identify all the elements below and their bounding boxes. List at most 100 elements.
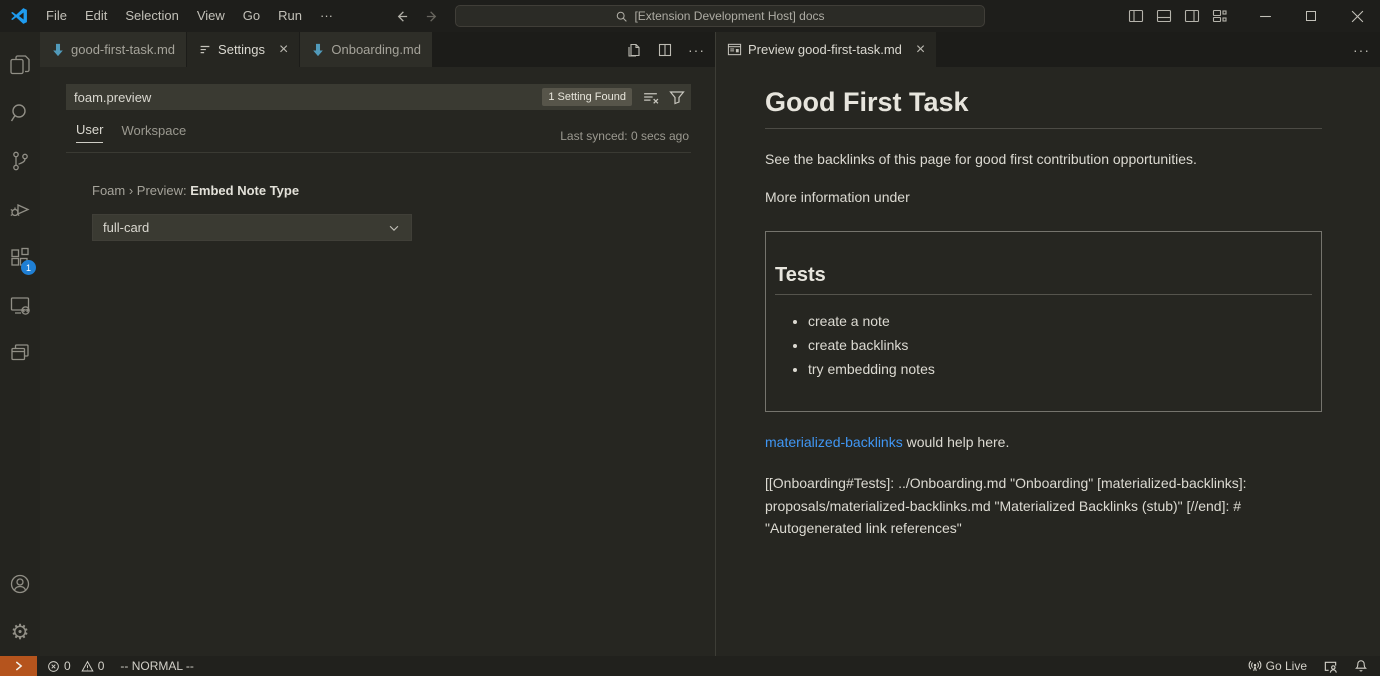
more-actions-icon[interactable]: ··· <box>688 42 705 58</box>
vim-mode-indicator[interactable]: -- NORMAL -- <box>120 659 194 673</box>
accounts-icon[interactable] <box>0 560 40 608</box>
toggle-sidebar-icon[interactable] <box>1128 8 1144 24</box>
live-share-button[interactable] <box>1323 659 1338 674</box>
run-debug-icon[interactable] <box>0 185 40 233</box>
minimize-button[interactable] <box>1242 0 1288 32</box>
search-icon <box>615 10 628 23</box>
nav-forward-icon[interactable] <box>425 9 440 24</box>
command-center[interactable]: [Extension Development Host] docs <box>455 5 985 27</box>
tab-settings[interactable]: Settings × <box>187 32 300 67</box>
manage-gear-icon[interactable]: ⚙ <box>0 608 40 656</box>
list-item: try embedding notes <box>808 361 1312 377</box>
extensions-badge: 1 <box>21 260 36 275</box>
preview-paragraph: See the backlinks of this page for good … <box>765 151 1322 167</box>
remote-indicator[interactable] <box>0 656 37 676</box>
chevron-down-icon <box>387 221 401 235</box>
customize-layout-icon[interactable] <box>1212 8 1228 24</box>
close-window-button[interactable] <box>1334 0 1380 32</box>
go-live-button[interactable]: Go Live <box>1248 659 1307 673</box>
embedded-note-card: Tests create a note create backlinks try… <box>765 231 1322 412</box>
menu-go[interactable]: Go <box>234 5 269 27</box>
settings-search-box[interactable]: 1 Setting Found <box>66 84 691 110</box>
markdown-file-icon <box>51 43 65 57</box>
preview-title: Good First Task <box>765 87 1322 129</box>
broadcast-icon <box>1248 659 1262 673</box>
menu-edit[interactable]: Edit <box>76 5 116 27</box>
source-control-icon[interactable] <box>0 137 40 185</box>
tab-onboarding[interactable]: Onboarding.md <box>300 32 433 67</box>
tab-label: Onboarding.md <box>331 42 421 57</box>
menu-file[interactable]: File <box>37 5 76 27</box>
backlink-line: materialized-backlinks would help here. <box>765 434 1322 450</box>
nav-back-icon[interactable] <box>394 9 409 24</box>
embed-note-type-select[interactable]: full-card <box>92 214 412 241</box>
vscode-logo-icon <box>9 6 29 26</box>
scope-tab-user[interactable]: User <box>76 122 103 143</box>
titlebar: File Edit Selection View Go Run ··· [Ext… <box>0 0 1380 32</box>
materialized-backlinks-link[interactable]: materialized-backlinks <box>765 434 903 450</box>
open-changes-icon[interactable] <box>626 42 642 58</box>
list-item: create backlinks <box>808 337 1312 353</box>
toggle-secondary-sidebar-icon[interactable] <box>1184 8 1200 24</box>
embed-card-list: create a note create backlinks try embed… <box>775 313 1312 377</box>
extensions-icon[interactable]: 1 <box>0 233 40 281</box>
settings-editor: 1 Setting Found User Workspace Last sync… <box>40 67 715 656</box>
link-references-text: [[Onboarding#Tests]: ../Onboarding.md "O… <box>765 472 1322 540</box>
warning-icon <box>81 660 94 673</box>
settings-scope-tabs: User Workspace Last synced: 0 secs ago <box>66 122 691 153</box>
tab-label: Settings <box>218 42 265 57</box>
remote-icon <box>12 659 26 673</box>
settings-result-count: 1 Setting Found <box>542 88 632 106</box>
setting-category: Foam › Preview: <box>92 183 190 198</box>
error-icon <box>47 660 60 673</box>
last-synced-label: Last synced: 0 secs ago <box>560 129 689 143</box>
filter-settings-icon[interactable] <box>669 89 685 105</box>
explorer-icon[interactable] <box>0 41 40 89</box>
preview-paragraph: More information under <box>765 189 1322 205</box>
clear-filters-icon[interactable] <box>642 89 659 106</box>
settings-search-input[interactable] <box>74 90 542 105</box>
vscode-window: File Edit Selection View Go Run ··· [Ext… <box>0 0 1380 676</box>
maximize-button[interactable] <box>1288 0 1334 32</box>
scope-tab-workspace[interactable]: Workspace <box>121 123 186 143</box>
editor-group-right: Preview good-first-task.md × ··· Good Fi… <box>716 32 1380 656</box>
activity-bar: 1 ⚙ <box>0 32 40 656</box>
problems-warnings[interactable]: 0 <box>81 659 105 673</box>
setting-name: Embed Note Type <box>190 183 299 198</box>
person-screen-icon <box>1323 659 1338 674</box>
embed-card-title: Tests <box>775 264 1312 295</box>
command-center-label: [Extension Development Host] docs <box>634 9 824 23</box>
tab-good-first-task[interactable]: good-first-task.md <box>40 32 187 67</box>
split-editor-icon[interactable] <box>657 42 673 58</box>
search-view-icon[interactable] <box>0 89 40 137</box>
menu-more[interactable]: ··· <box>311 5 342 27</box>
selected-value: full-card <box>103 220 149 235</box>
settings-editor-icon <box>198 43 212 57</box>
tab-preview[interactable]: Preview good-first-task.md × <box>716 32 937 67</box>
markdown-preview: Good First Task See the backlinks of thi… <box>716 67 1380 656</box>
problems-errors[interactable]: 0 <box>47 659 71 673</box>
tab-close-icon[interactable]: × <box>916 42 925 58</box>
link-suffix: would help here. <box>903 434 1010 450</box>
remote-explorer-icon[interactable] <box>0 281 40 329</box>
open-preview-icon <box>727 42 742 57</box>
markdown-file-icon <box>311 43 325 57</box>
menu-view[interactable]: View <box>188 5 234 27</box>
menu-run[interactable]: Run <box>269 5 311 27</box>
tab-close-icon[interactable]: × <box>279 42 288 58</box>
toggle-panel-icon[interactable] <box>1156 8 1172 24</box>
list-item: create a note <box>808 313 1312 329</box>
setting-embed-note-type: Foam › Preview: Embed Note Type full-car… <box>92 183 691 241</box>
windows-view-icon[interactable] <box>0 329 40 377</box>
setting-title: Foam › Preview: Embed Note Type <box>92 183 691 198</box>
notifications-bell-button[interactable] <box>1354 659 1368 673</box>
editor-group-left: good-first-task.md Settings × Onboarding… <box>40 32 716 656</box>
tab-label: Preview good-first-task.md <box>748 42 902 57</box>
menu-selection[interactable]: Selection <box>116 5 187 27</box>
more-actions-icon[interactable]: ··· <box>1353 42 1370 58</box>
right-tabbar: Preview good-first-task.md × ··· <box>716 32 1380 67</box>
status-bar: 0 0 -- NORMAL -- Go Live <box>0 656 1380 676</box>
tab-label: good-first-task.md <box>71 42 175 57</box>
bell-icon <box>1354 659 1368 673</box>
left-tabbar: good-first-task.md Settings × Onboarding… <box>40 32 715 67</box>
